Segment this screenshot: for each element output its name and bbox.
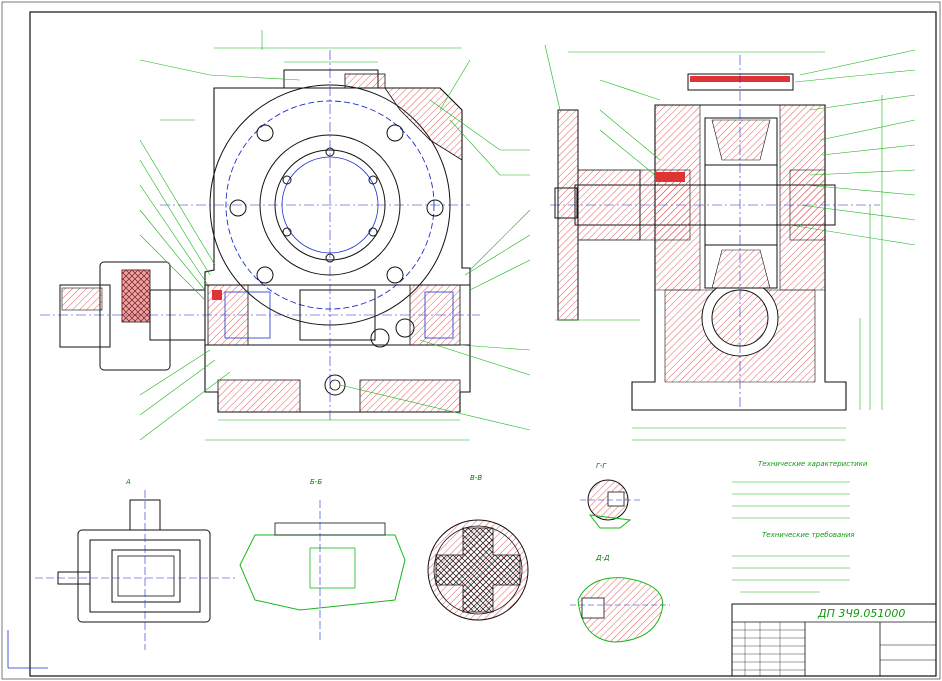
- view-d-d: Д-Д: [570, 554, 670, 643]
- view-dd-label: Д-Д: [595, 554, 610, 562]
- view-bb-label: Б-Б: [310, 478, 322, 486]
- axis-marks: [7, 630, 48, 669]
- view-v-v: В-В: [427, 474, 529, 621]
- view-vv-label: В-В: [470, 474, 482, 482]
- title-block: ДП 3Ч9.051000: [731, 603, 937, 677]
- side-section-view: [544, 44, 916, 441]
- view-gg-label: Г-Г: [596, 462, 607, 470]
- technical-notes: Технические характеристики Технические т…: [732, 460, 868, 593]
- drawing-code: ДП 3Ч9.051000: [817, 607, 905, 620]
- view-a-label: А: [125, 478, 131, 486]
- drawing-sheet: А Б-Б В-В Г-Г Д-Д Технические характерис…: [1, 1, 941, 680]
- notes-heading-characteristics: Технические характеристики: [758, 460, 868, 468]
- view-a: А: [35, 478, 235, 650]
- notes-heading-requirements: Технические требования: [762, 531, 855, 539]
- view-b-b: Б-Б: [239, 478, 406, 640]
- front-view: [40, 30, 531, 441]
- view-g-g: Г-Г: [580, 462, 640, 529]
